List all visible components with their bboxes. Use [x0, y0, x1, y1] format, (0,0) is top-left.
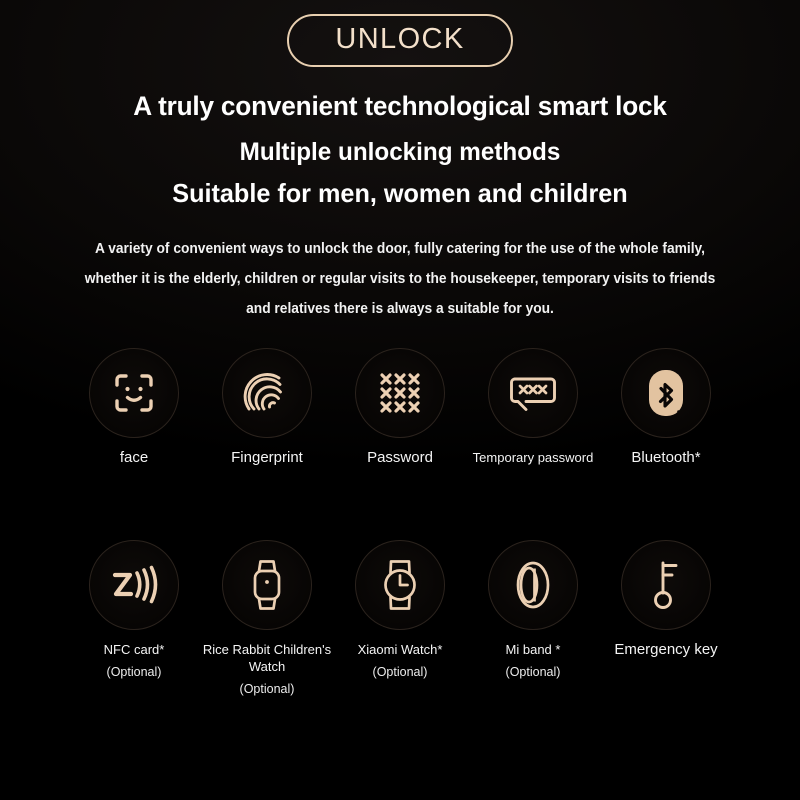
unlock-method-label: Emergency key	[614, 641, 718, 658]
headings-block: A truly convenient technological smart l…	[0, 92, 800, 207]
emergency-key-icon-circle	[621, 540, 711, 630]
face-id-icon	[111, 370, 157, 416]
unlock-method-label: Rice Rabbit Children's Watch	[202, 642, 332, 674]
subtitle-primary: Multiple unlocking methods	[239, 138, 561, 167]
unlock-method-fingerprint[interactable]: Fingerprint	[222, 348, 312, 473]
unlock-method-childrens-watch[interactable]: Rice Rabbit Children's Watch (Optional)	[203, 540, 331, 696]
temporary-password-icon	[507, 371, 559, 415]
nfc-icon-circle	[89, 540, 179, 630]
password-grid-icon	[377, 370, 423, 416]
unlock-method-label: Temporary password	[472, 450, 594, 465]
unlock-methods-row-1: face Fingerprint Password Temporary pass…	[0, 348, 800, 473]
mi-band-icon-circle	[488, 540, 578, 630]
unlock-method-label: Fingerprint	[231, 449, 303, 466]
description-line-1: A variety of convenient ways to unlock t…	[94, 241, 706, 257]
unlock-badge-container: UNLOCK	[0, 14, 800, 67]
unlock-method-label: face	[119, 449, 149, 466]
nfc-icon	[109, 564, 159, 606]
unlock-badge: UNLOCK	[287, 14, 513, 67]
promo-page: UNLOCK A truly convenient technological …	[0, 0, 800, 800]
temporary-password-icon-circle	[488, 348, 578, 438]
unlock-method-label: NFC card*	[103, 642, 165, 657]
face-id-icon-circle	[89, 348, 179, 438]
childrens-watch-icon	[250, 558, 284, 612]
description-paragraph: A variety of convenient ways to unlock t…	[68, 234, 733, 324]
description-line-3: and relatives there is always a suitable…	[246, 301, 554, 317]
unlock-method-label: Xiaomi Watch*	[357, 642, 443, 657]
unlock-method-nfc-card[interactable]: NFC card* (Optional)	[89, 540, 179, 679]
fingerprint-icon-circle	[222, 348, 312, 438]
unlock-method-label: Password	[367, 449, 433, 466]
unlock-method-bluetooth[interactable]: Bluetooth*	[621, 348, 711, 473]
unlock-method-mi-band[interactable]: Mi band * (Optional)	[488, 540, 578, 679]
unlock-method-xiaomi-watch[interactable]: Xiaomi Watch* (Optional)	[355, 540, 445, 679]
bluetooth-icon-circle	[621, 348, 711, 438]
unlock-method-password[interactable]: Password	[355, 348, 445, 473]
mi-band-icon	[513, 560, 553, 610]
unlock-method-optional: (Optional)	[106, 665, 162, 679]
unlock-method-optional: (Optional)	[505, 665, 561, 679]
emergency-key-icon	[649, 559, 683, 611]
childrens-watch-icon-circle	[222, 540, 312, 630]
unlock-method-emergency-key[interactable]: Emergency key	[614, 540, 718, 665]
password-grid-icon-circle	[355, 348, 445, 438]
description-line-2: whether it is the elderly, children or r…	[84, 271, 716, 287]
xiaomi-watch-icon	[379, 558, 421, 612]
unlock-method-optional: (Optional)	[372, 665, 428, 679]
fingerprint-icon	[243, 369, 291, 417]
unlock-methods-row-2: NFC card* (Optional) Rice Rabbit Childre…	[0, 540, 800, 696]
unlock-method-temporary-password[interactable]: Temporary password	[473, 348, 593, 473]
bluetooth-icon	[647, 368, 685, 418]
unlock-method-optional: (Optional)	[239, 682, 295, 696]
unlock-method-label: Bluetooth*	[631, 449, 701, 466]
page-title: A truly convenient technological smart l…	[133, 91, 667, 121]
xiaomi-watch-icon-circle	[355, 540, 445, 630]
unlock-method-label: Mi band *	[505, 642, 561, 657]
subtitle-secondary: Suitable for men, women and children	[172, 177, 628, 208]
unlock-method-face[interactable]: face	[89, 348, 179, 473]
